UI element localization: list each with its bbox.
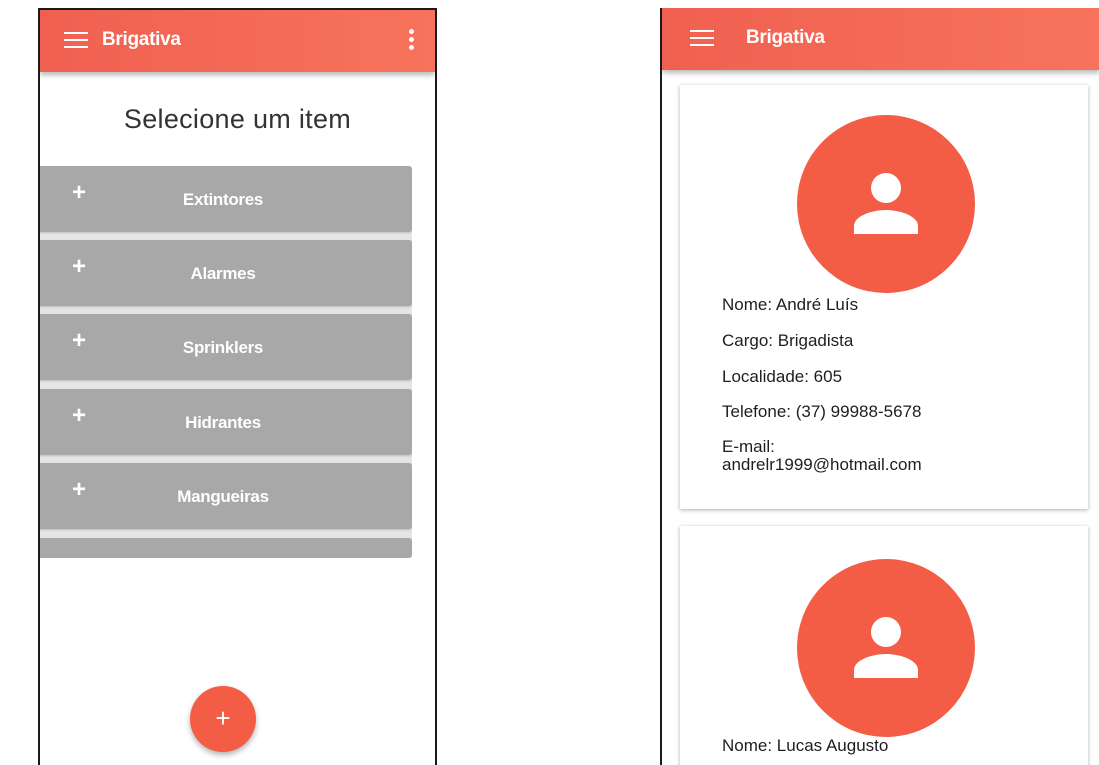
brigadist-card[interactable]: Nome: Lucas Augusto <box>680 526 1088 765</box>
card-name: Nome: Lucas Augusto <box>722 736 889 755</box>
list-item-label: Hidrantes <box>185 413 261 432</box>
app-title: Brigativa <box>746 27 825 48</box>
hamburger-menu-icon[interactable] <box>690 30 714 48</box>
list-item-sprinklers[interactable]: + Sprinklers <box>40 314 412 380</box>
card-role: Cargo: Brigadista <box>722 331 854 350</box>
right-app-bar: Brigativa <box>662 8 1099 70</box>
person-icon <box>854 173 918 234</box>
list-item-label: Alarmes <box>190 264 256 283</box>
list-item-label: Sprinklers <box>182 338 264 357</box>
list-item-partial[interactable] <box>40 538 412 558</box>
right-phone-screen: Brigativa Nome: André Luís Cargo: Brigad… <box>660 8 1099 765</box>
card-location: Localidade: 605 <box>722 367 843 386</box>
brigadist-card[interactable]: Nome: André Luís Cargo: Brigadista Local… <box>680 85 1088 509</box>
card-email: E-mail: andrelr1999@hotmail.com <box>722 437 922 474</box>
card-name: Nome: André Luís <box>722 295 859 314</box>
left-app-bar: Brigativa <box>40 10 435 72</box>
screen-heading: Selecione um item <box>123 104 352 134</box>
card-phone: Telefone: (37) 99988-5678 <box>722 402 922 421</box>
list-item-label: Extintores <box>182 190 264 209</box>
avatar <box>797 559 975 737</box>
avatar <box>797 115 975 293</box>
item-list: + Extintores + Alarmes + Sprinklers + Hi… <box>40 166 412 558</box>
add-fab-button[interactable]: + <box>190 686 256 752</box>
list-item-mangueiras[interactable]: + Mangueiras <box>40 463 412 529</box>
more-vertical-icon[interactable] <box>409 28 415 52</box>
hamburger-menu-icon[interactable] <box>64 32 88 50</box>
person-icon <box>854 617 918 678</box>
list-item-extintores[interactable]: + Extintores <box>40 166 412 232</box>
list-item-alarmes[interactable]: + Alarmes <box>40 240 412 306</box>
list-item-label: Mangueiras <box>177 487 269 506</box>
left-phone-screen: Brigativa Selecione um item + Extintores… <box>38 8 437 765</box>
app-title: Brigativa <box>102 29 181 50</box>
list-item-hidrantes[interactable]: + Hidrantes <box>40 389 412 455</box>
